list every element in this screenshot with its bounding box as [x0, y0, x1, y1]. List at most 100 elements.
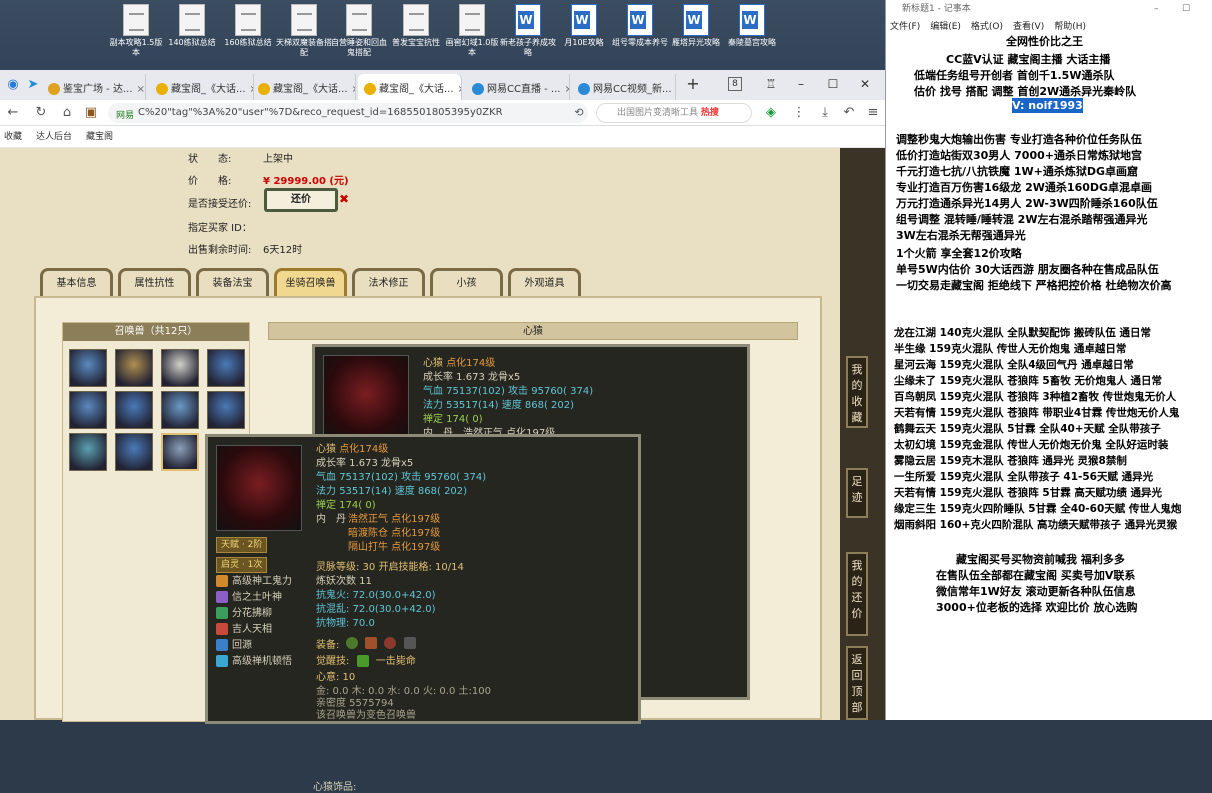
menu-icon[interactable]: ≡ — [864, 104, 882, 122]
pet-tag: 点化174级 — [339, 444, 388, 455]
game-tab[interactable]: 外观道具 — [508, 268, 581, 298]
browser-tab[interactable]: 网易CC视频_新...× — [572, 74, 676, 100]
back-icon[interactable]: ← — [4, 104, 22, 122]
browser-tab[interactable]: 藏宝阁_《大话...× — [150, 74, 254, 100]
grid-icon[interactable]: ⋮ — [790, 104, 808, 122]
notepad-menu-item[interactable]: 帮助(H) — [1054, 22, 1086, 32]
shirt-icon[interactable]: ♖ — [758, 73, 784, 95]
tab-favicon-icon — [472, 83, 484, 95]
desktop-icon[interactable]: 秦陵墓宫攻略 — [724, 4, 780, 68]
extension-icon[interactable]: ◈ — [762, 104, 780, 122]
detail-title: 心猿 — [268, 322, 798, 340]
skill-icon — [216, 639, 228, 651]
notepad-minimize-icon[interactable]: – — [1154, 0, 1159, 18]
xinyi: 心意: 10 — [316, 671, 355, 685]
pet-thumbnail[interactable] — [161, 349, 199, 387]
side-button[interactable]: 足迹 — [846, 468, 868, 518]
tab-close-icon[interactable]: × — [137, 84, 145, 95]
game-tab[interactable]: 基本信息 — [40, 268, 113, 298]
offer-row: 是否接受还价: — [188, 195, 251, 210]
tab-close-icon[interactable]: × — [352, 84, 356, 95]
skill-icon — [216, 575, 228, 587]
game-tab[interactable]: 法术修正 — [352, 268, 425, 298]
desktop-icon[interactable]: 雁塔异光攻略 — [668, 4, 724, 68]
desktop-icon[interactable]: 160练狱总结 — [220, 4, 276, 68]
notepad-line: 百鸟朝凤 159克火混队 苍狼阵 3种植2畜牧 传世炮鬼无价人 — [894, 390, 1176, 405]
reload-icon[interactable]: ↻ — [32, 104, 50, 122]
desktop-icon-label: 雁塔异光攻略 — [668, 38, 724, 48]
offer-button[interactable]: 还价 — [264, 188, 338, 212]
pet-thumbnail[interactable] — [69, 433, 107, 471]
home-icon[interactable]: ⌂ — [58, 104, 76, 122]
pet-thumbnail[interactable] — [161, 433, 199, 471]
pet-thumbnail[interactable] — [161, 391, 199, 429]
pet-thumbnail[interactable] — [115, 433, 153, 471]
equip-4-icon[interactable] — [404, 637, 416, 649]
bookmark-item[interactable]: 达人后台 — [36, 132, 72, 142]
notepad-line: 太初幻境 159克金混队 传世人无价炮无价鬼 全队好运时装 — [894, 438, 1168, 453]
minimize-icon[interactable]: – — [788, 73, 814, 95]
game-tab[interactable]: 小孩 — [430, 268, 503, 298]
desktop-icon[interactable]: 画窖幻域1.0版本 — [444, 4, 500, 68]
status-value: 上架中 — [263, 150, 293, 165]
pet-thumbnail[interactable] — [69, 349, 107, 387]
notepad-menu-item[interactable]: 格式(O) — [971, 22, 1003, 32]
side-button[interactable]: 返回顶部 — [846, 646, 868, 720]
game-tab[interactable]: 装备法宝 — [196, 268, 269, 298]
tab-count[interactable]: 8 — [728, 77, 742, 91]
offer-close-icon[interactable]: ✖ — [339, 192, 349, 206]
desktop-icon[interactable]: 140练狱总结 — [164, 4, 220, 68]
side-button[interactable]: 我的收藏 — [846, 356, 868, 428]
close-icon[interactable]: ✕ — [852, 73, 878, 95]
briefcase-icon[interactable]: ▣ — [82, 104, 100, 122]
desktop-icon[interactable]: 天梯双魔装备搭配 — [276, 4, 332, 68]
desktop: 副本攻略1.5版本140练狱总结160练狱总结天梯双魔装备搭配自营睡姿和回血鬼搭… — [0, 0, 885, 70]
notepad-menu-item[interactable]: 编辑(E) — [930, 22, 961, 32]
desktop-icon[interactable]: 新老孩子养成攻略 — [500, 4, 556, 68]
notepad-menu-item[interactable]: 查看(V) — [1013, 22, 1044, 32]
pet-thumbnail[interactable] — [69, 391, 107, 429]
send-icon[interactable]: ➤ — [24, 76, 42, 94]
skill-name: 吉人天相 — [232, 624, 272, 635]
notepad-line: 万元打造通杀异光14男人 2W-3W四阶睡杀160队伍 — [896, 196, 1158, 211]
search-input[interactable]: 出国图片变清晰工具 热搜 — [596, 103, 752, 123]
desktop-icon[interactable]: 月10E攻略 — [556, 4, 612, 68]
notepad-maximize-icon[interactable]: ☐ — [1182, 0, 1190, 18]
search-placeholder: 出国图片变清晰工具 — [617, 108, 698, 118]
bookmark-item[interactable]: 藏宝阁 — [86, 132, 113, 142]
undo-icon[interactable]: ↶ — [840, 104, 858, 122]
maximize-icon[interactable]: ☐ — [820, 73, 846, 95]
browser-tab[interactable]: 藏宝阁_《大话...× — [252, 74, 356, 100]
pet-thumbnail[interactable] — [207, 391, 245, 429]
equip-2-icon[interactable] — [365, 637, 377, 649]
pet-mp: 法力 53517(14) 速度 868( 202) — [423, 399, 574, 413]
equip-3-icon[interactable] — [384, 637, 396, 649]
equip-1-icon[interactable] — [346, 637, 358, 649]
pet-thumbnail[interactable] — [207, 349, 245, 387]
desktop-icon[interactable]: 普发宝宝抗性 — [388, 4, 444, 68]
address-bar[interactable]: 网易 C%20"tag"%3A%20"user"%7D&reco_request… — [108, 103, 588, 123]
price-value: ¥ 29999.00 (元) — [263, 172, 349, 187]
browser-tab[interactable]: 藏宝阁_《大话...× — [358, 74, 462, 100]
game-tab[interactable]: 属性抗性 — [118, 268, 191, 298]
pet-thumbnail[interactable] — [115, 391, 153, 429]
desktop-icon[interactable]: 自营睡姿和回血鬼搭配 — [331, 4, 387, 68]
browser-tab[interactable]: 网易CC直播 - ...× — [466, 74, 570, 100]
download-icon[interactable]: ⤓ — [816, 104, 834, 122]
tab-close-icon[interactable]: × — [458, 84, 462, 95]
translate-icon[interactable]: ⟲ — [570, 104, 588, 122]
desktop-icon[interactable]: 副本攻略1.5版本 — [108, 4, 164, 68]
side-button[interactable]: 我的还价 — [846, 552, 868, 636]
browser-tab[interactable]: 鉴宝广场 - 达...× — [42, 74, 146, 100]
bookmark-item[interactable]: 收藏 — [4, 132, 22, 142]
game-tab[interactable]: 坐骑召唤兽 — [274, 268, 347, 298]
tab-close-icon[interactable]: × — [564, 84, 570, 95]
new-tab-button[interactable]: + — [680, 73, 706, 95]
notepad-menu-item[interactable]: 文件(F) — [890, 22, 920, 32]
notepad-line: 调整秒鬼大炮输出伤害 专业打造各种价位任务队伍 — [896, 132, 1142, 147]
skill-icon — [216, 591, 228, 603]
desktop-icon[interactable]: 组号零成本养号 — [612, 4, 668, 68]
pet-thumbnail[interactable] — [115, 349, 153, 387]
notepad-line: 3W左右混杀无帮强通异光 — [896, 228, 1026, 243]
offer-label: 是否接受还价: — [188, 199, 251, 210]
